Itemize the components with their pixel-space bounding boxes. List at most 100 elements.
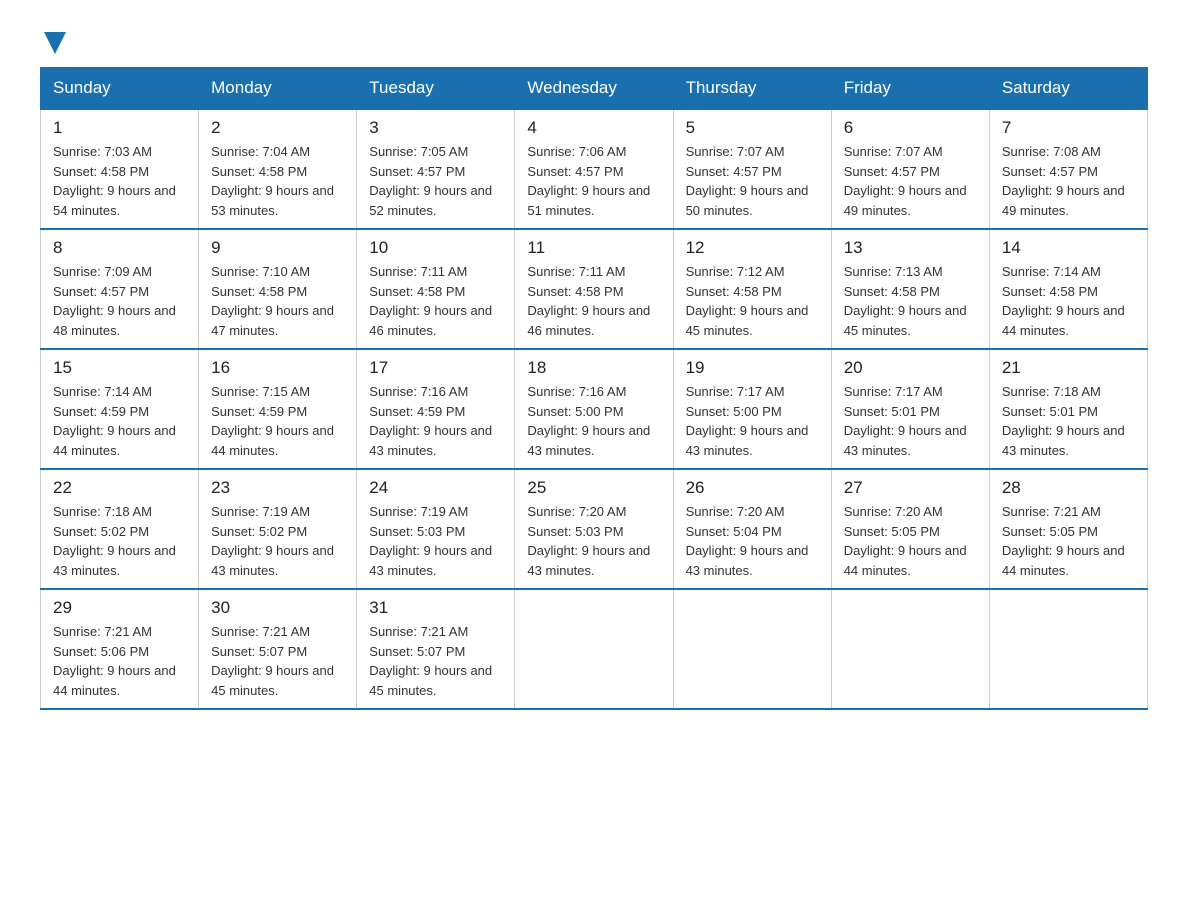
day-info: Sunrise: 7:21 AMSunset: 5:05 PMDaylight:…	[1002, 502, 1135, 580]
calendar-cell: 5Sunrise: 7:07 AMSunset: 4:57 PMDaylight…	[673, 109, 831, 229]
day-number: 31	[369, 598, 502, 618]
day-number: 20	[844, 358, 977, 378]
page-header	[40, 30, 1148, 55]
week-row-1: 1 Sunrise: 7:03 AMSunset: 4:58 PMDaylight…	[41, 109, 1148, 229]
day-info: Sunrise: 7:14 AMSunset: 4:58 PMDaylight:…	[1002, 262, 1135, 340]
calendar-cell: 27 Sunrise: 7:20 AMSunset: 5:05 PMDayligh…	[831, 469, 989, 589]
calendar-cell: 12Sunrise: 7:12 AMSunset: 4:58 PMDayligh…	[673, 229, 831, 349]
calendar-cell: 13 Sunrise: 7:13 AMSunset: 4:58 PMDayligh…	[831, 229, 989, 349]
weekday-header-tuesday: Tuesday	[357, 68, 515, 110]
day-number: 19	[686, 358, 819, 378]
calendar-cell	[831, 589, 989, 709]
calendar-cell	[989, 589, 1147, 709]
day-info: Sunrise: 7:13 AMSunset: 4:58 PMDaylight:…	[844, 262, 977, 340]
day-number: 7	[1002, 118, 1135, 138]
calendar-cell: 31Sunrise: 7:21 AMSunset: 5:07 PMDayligh…	[357, 589, 515, 709]
day-info: Sunrise: 7:21 AMSunset: 5:06 PMDaylight:…	[53, 622, 186, 700]
day-number: 4	[527, 118, 660, 138]
day-info: Sunrise: 7:16 AMSunset: 5:00 PMDaylight:…	[527, 382, 660, 460]
calendar-cell	[673, 589, 831, 709]
day-info: Sunrise: 7:20 AMSunset: 5:05 PMDaylight:…	[844, 502, 977, 580]
day-info: Sunrise: 7:18 AMSunset: 5:01 PMDaylight:…	[1002, 382, 1135, 460]
day-number: 8	[53, 238, 186, 258]
weekday-header-wednesday: Wednesday	[515, 68, 673, 110]
day-info: Sunrise: 7:19 AMSunset: 5:03 PMDaylight:…	[369, 502, 502, 580]
day-number: 17	[369, 358, 502, 378]
day-info: Sunrise: 7:18 AMSunset: 5:02 PMDaylight:…	[53, 502, 186, 580]
day-info: Sunrise: 7:11 AMSunset: 4:58 PMDaylight:…	[369, 262, 502, 340]
calendar-cell: 10 Sunrise: 7:11 AMSunset: 4:58 PMDayligh…	[357, 229, 515, 349]
day-info: Sunrise: 7:14 AMSunset: 4:59 PMDaylight:…	[53, 382, 186, 460]
weekday-header-friday: Friday	[831, 68, 989, 110]
calendar-cell	[515, 589, 673, 709]
day-number: 21	[1002, 358, 1135, 378]
day-number: 5	[686, 118, 819, 138]
logo	[40, 30, 66, 55]
calendar-cell: 3Sunrise: 7:05 AMSunset: 4:57 PMDaylight…	[357, 109, 515, 229]
week-row-2: 8Sunrise: 7:09 AMSunset: 4:57 PMDaylight…	[41, 229, 1148, 349]
calendar-cell: 14 Sunrise: 7:14 AMSunset: 4:58 PMDayligh…	[989, 229, 1147, 349]
day-info: Sunrise: 7:20 AMSunset: 5:03 PMDaylight:…	[527, 502, 660, 580]
day-number: 22	[53, 478, 186, 498]
calendar-cell: 6 Sunrise: 7:07 AMSunset: 4:57 PMDaylight…	[831, 109, 989, 229]
day-info: Sunrise: 7:04 AMSunset: 4:58 PMDaylight:…	[211, 142, 344, 220]
day-info: Sunrise: 7:08 AMSunset: 4:57 PMDaylight:…	[1002, 142, 1135, 220]
day-number: 29	[53, 598, 186, 618]
day-info: Sunrise: 7:21 AMSunset: 5:07 PMDaylight:…	[211, 622, 344, 700]
day-info: Sunrise: 7:06 AMSunset: 4:57 PMDaylight:…	[527, 142, 660, 220]
calendar-cell: 17Sunrise: 7:16 AMSunset: 4:59 PMDayligh…	[357, 349, 515, 469]
day-number: 2	[211, 118, 344, 138]
day-number: 9	[211, 238, 344, 258]
day-number: 11	[527, 238, 660, 258]
calendar-table: SundayMondayTuesdayWednesdayThursdayFrid…	[40, 67, 1148, 710]
calendar-cell: 21 Sunrise: 7:18 AMSunset: 5:01 PMDayligh…	[989, 349, 1147, 469]
calendar-cell: 30 Sunrise: 7:21 AMSunset: 5:07 PMDayligh…	[199, 589, 357, 709]
day-number: 15	[53, 358, 186, 378]
day-number: 28	[1002, 478, 1135, 498]
day-info: Sunrise: 7:11 AMSunset: 4:58 PMDaylight:…	[527, 262, 660, 340]
calendar-cell: 25 Sunrise: 7:20 AMSunset: 5:03 PMDayligh…	[515, 469, 673, 589]
day-number: 26	[686, 478, 819, 498]
day-info: Sunrise: 7:03 AMSunset: 4:58 PMDaylight:…	[53, 142, 186, 220]
day-number: 14	[1002, 238, 1135, 258]
day-number: 18	[527, 358, 660, 378]
calendar-cell: 11 Sunrise: 7:11 AMSunset: 4:58 PMDayligh…	[515, 229, 673, 349]
day-info: Sunrise: 7:20 AMSunset: 5:04 PMDaylight:…	[686, 502, 819, 580]
day-number: 10	[369, 238, 502, 258]
weekday-header-thursday: Thursday	[673, 68, 831, 110]
weekday-header-saturday: Saturday	[989, 68, 1147, 110]
calendar-cell: 24 Sunrise: 7:19 AMSunset: 5:03 PMDayligh…	[357, 469, 515, 589]
week-row-5: 29 Sunrise: 7:21 AMSunset: 5:06 PMDayligh…	[41, 589, 1148, 709]
day-number: 23	[211, 478, 344, 498]
weekday-header-row: SundayMondayTuesdayWednesdayThursdayFrid…	[41, 68, 1148, 110]
week-row-4: 22 Sunrise: 7:18 AMSunset: 5:02 PMDayligh…	[41, 469, 1148, 589]
day-number: 25	[527, 478, 660, 498]
weekday-header-sunday: Sunday	[41, 68, 199, 110]
day-number: 30	[211, 598, 344, 618]
calendar-cell: 15 Sunrise: 7:14 AMSunset: 4:59 PMDayligh…	[41, 349, 199, 469]
calendar-cell: 19 Sunrise: 7:17 AMSunset: 5:00 PMDayligh…	[673, 349, 831, 469]
calendar-cell: 9Sunrise: 7:10 AMSunset: 4:58 PMDaylight…	[199, 229, 357, 349]
day-info: Sunrise: 7:19 AMSunset: 5:02 PMDaylight:…	[211, 502, 344, 580]
calendar-cell: 29 Sunrise: 7:21 AMSunset: 5:06 PMDayligh…	[41, 589, 199, 709]
calendar-cell: 8Sunrise: 7:09 AMSunset: 4:57 PMDaylight…	[41, 229, 199, 349]
calendar-cell: 1 Sunrise: 7:03 AMSunset: 4:58 PMDaylight…	[41, 109, 199, 229]
day-info: Sunrise: 7:17 AMSunset: 5:00 PMDaylight:…	[686, 382, 819, 460]
day-number: 16	[211, 358, 344, 378]
week-row-3: 15 Sunrise: 7:14 AMSunset: 4:59 PMDayligh…	[41, 349, 1148, 469]
day-number: 1	[53, 118, 186, 138]
day-number: 13	[844, 238, 977, 258]
day-number: 27	[844, 478, 977, 498]
day-number: 12	[686, 238, 819, 258]
day-info: Sunrise: 7:15 AMSunset: 4:59 PMDaylight:…	[211, 382, 344, 460]
logo-triangle-icon	[44, 32, 66, 54]
calendar-cell: 7 Sunrise: 7:08 AMSunset: 4:57 PMDaylight…	[989, 109, 1147, 229]
calendar-cell: 16 Sunrise: 7:15 AMSunset: 4:59 PMDayligh…	[199, 349, 357, 469]
day-number: 6	[844, 118, 977, 138]
day-info: Sunrise: 7:07 AMSunset: 4:57 PMDaylight:…	[844, 142, 977, 220]
day-number: 24	[369, 478, 502, 498]
calendar-cell: 20 Sunrise: 7:17 AMSunset: 5:01 PMDayligh…	[831, 349, 989, 469]
calendar-cell: 22 Sunrise: 7:18 AMSunset: 5:02 PMDayligh…	[41, 469, 199, 589]
calendar-cell: 26 Sunrise: 7:20 AMSunset: 5:04 PMDayligh…	[673, 469, 831, 589]
day-info: Sunrise: 7:17 AMSunset: 5:01 PMDaylight:…	[844, 382, 977, 460]
